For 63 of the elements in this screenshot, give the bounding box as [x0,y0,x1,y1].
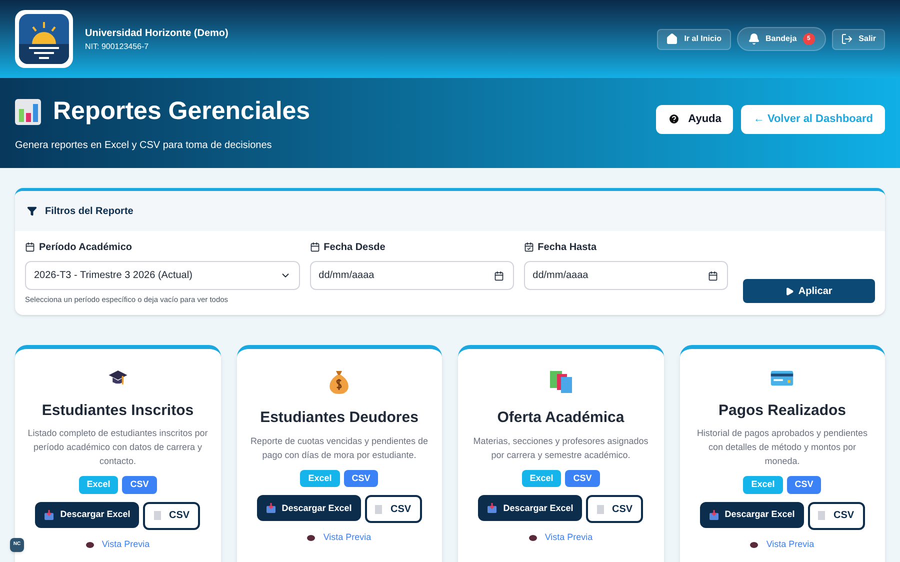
format-tag: Excel [78,476,118,494]
preview-link[interactable]: Vista Previa [86,538,150,552]
download-excel-button[interactable]: Descargar Excel [35,502,140,528]
calendar-check-icon [524,242,534,252]
apply-button[interactable]: Aplicar [742,279,875,303]
money-bag-icon [327,369,352,396]
download-excel-button[interactable]: Descargar Excel [700,502,804,528]
calendar-icon [310,242,320,252]
download-csv-button[interactable]: CSV [808,502,865,530]
field-label: Período Académico [39,240,132,254]
report-title: Estudiantes Deudores [260,408,418,428]
page-subtitle: Genera reportes en Excel y CSV para toma de decisiones [15,139,273,154]
date-field[interactable]: dd/mm/aaaa [524,261,728,290]
sunrise-logo [15,10,73,68]
report-description: Reporte de cuotas vencidas y pendientes de pago con días de mora por estudiante. [249,434,430,462]
books-icon [548,369,574,396]
report-description: Materias, secciones y profesores asignados por carrera y semestre académico. [472,434,650,462]
organization-id: NIT: 900123456-7 [85,40,150,52]
play-icon [785,286,794,296]
format-tag: Excel [522,470,562,488]
credit-card-icon [769,369,796,388]
format-tag: CSV [565,470,600,488]
page-title: Reportes Gerenciales [53,96,310,127]
report-description: Historial de pagos aprobados y pendientes con detalles de método y montos por moneda. [696,427,869,468]
download-csv-button[interactable]: CSV [143,502,200,530]
download-csv-button[interactable]: CSV [364,495,422,524]
bar-chart-icon [15,98,41,124]
preview-link[interactable]: Vista Previa [307,531,372,545]
preview-link[interactable]: Vista Previa [528,531,593,545]
organization-name: Universidad Horizonte (Demo) [85,26,228,40]
format-tag: CSV [344,470,378,488]
format-tag: Excel [743,476,783,494]
format-tag: Excel [300,470,340,488]
format-tag: CSV [122,476,157,494]
calendar-icon [25,242,35,252]
download-excel-button[interactable]: Descargar Excel [478,495,582,522]
report-title: Pagos Realizados [718,400,846,421]
calendar-icon [494,271,504,281]
download-csv-button[interactable]: CSV [586,495,644,524]
inbox-tray-icon [487,503,498,514]
bell-icon [748,33,760,45]
inbox-tray-icon [708,510,719,520]
date-field[interactable]: dd/mm/aaaa [310,261,514,290]
help-icon [668,113,680,125]
inbox-tray-icon [44,510,54,520]
report-description: Listado completo de estudiantes inscritos por período académico con datos de carrera y contacto. [27,427,208,468]
filter-icon [27,206,37,216]
period-select[interactable]: 2026-T3 - Trimestre 3 2026 (Actual) [25,261,300,290]
nav-button[interactable]: Ir al Inicio [657,28,731,50]
report-title: Oferta Académica [497,408,624,428]
download-excel-button[interactable]: Descargar Excel [256,495,361,522]
logout-icon [840,33,853,45]
report-title: Estudiantes Inscritos [42,400,194,421]
nav-button[interactable]: Salir [832,28,885,50]
inbox-tray-icon [266,503,276,514]
help-button[interactable]: Ayuda [656,104,734,134]
preview-link[interactable]: Vista Previa [750,538,814,552]
field-label: Fecha Hasta [538,240,597,254]
format-tag: CSV [786,476,822,494]
calendar-icon [708,271,718,281]
field-label: Fecha Desde [324,240,386,254]
home-icon [666,33,678,45]
filter-panel-title: Filtros del Reporte [45,204,134,218]
